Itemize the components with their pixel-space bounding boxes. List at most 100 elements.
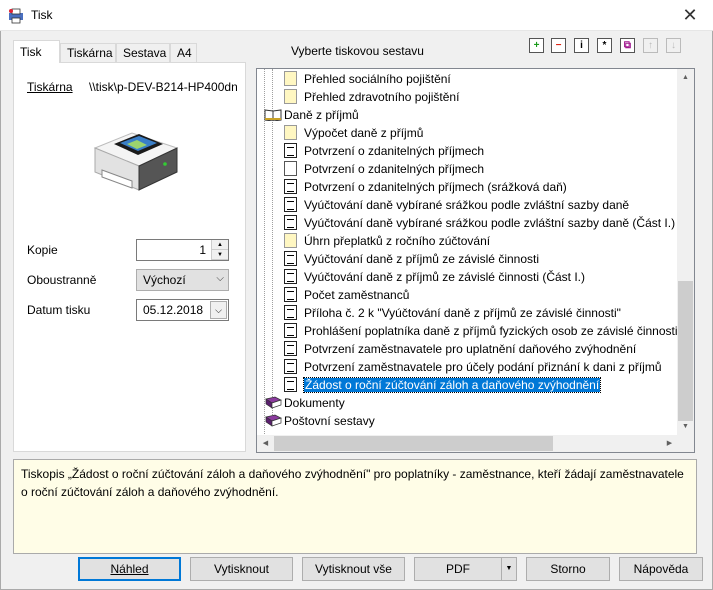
cancel-button[interactable]: Storno bbox=[526, 557, 610, 581]
scroll-thumb[interactable] bbox=[678, 281, 693, 421]
button-label: Vytisknout vše bbox=[315, 562, 392, 576]
document-icon bbox=[284, 251, 297, 266]
info-icon[interactable]: i bbox=[574, 38, 589, 53]
duplex-label: Oboustranně bbox=[27, 273, 97, 287]
printer-link[interactable]: Tiskárna bbox=[27, 80, 73, 94]
title-bar: Tisk ✕ bbox=[0, 0, 713, 31]
tree-item-label: Potvrzení zaměstnavatele pro účely podán… bbox=[304, 360, 662, 374]
document-yellow-icon bbox=[284, 89, 297, 104]
calendar-dropdown-icon[interactable]: ⌵ bbox=[210, 301, 227, 319]
tree-item-label: Vyúčtování daně z příjmů ze závislé činn… bbox=[304, 252, 540, 266]
app-icon bbox=[9, 8, 23, 24]
stepper-buttons: ▲ ▼ bbox=[211, 240, 228, 260]
tree-item-label: Potvrzení zaměstnavatele pro uplatnění d… bbox=[304, 342, 637, 356]
tree-item-label: Vyúčtování daně z příjmů ze závislé činn… bbox=[304, 270, 586, 284]
tree-item-label: Úhrn přeplatků z ročního zúčtování bbox=[304, 234, 491, 248]
tree-item-label: Daně z příjmů bbox=[284, 108, 359, 122]
document-icon bbox=[284, 197, 297, 212]
scroll-left-icon[interactable]: ◀ bbox=[257, 435, 274, 452]
close-button[interactable]: ✕ bbox=[667, 0, 713, 31]
tree-item-label: Přehled zdravotního pojištění bbox=[304, 90, 460, 104]
copies-label: Kopie bbox=[27, 243, 58, 257]
copies-value: 1 bbox=[199, 243, 206, 257]
date-label: Datum tisku bbox=[27, 303, 91, 317]
vertical-scrollbar[interactable]: ▲ ▼ bbox=[677, 69, 694, 435]
book-closed-icon bbox=[265, 414, 282, 427]
document-icon bbox=[284, 305, 297, 320]
scroll-thumb[interactable] bbox=[274, 436, 553, 451]
horizontal-scrollbar[interactable]: ◀ ▶ bbox=[257, 435, 694, 452]
tree-item-label: Potvrzení o zdanitelných příjmech bbox=[304, 144, 485, 158]
document-icon bbox=[284, 341, 297, 356]
pdf-button[interactable]: PDF ▼ bbox=[414, 557, 517, 581]
document-icon bbox=[284, 215, 297, 230]
report-tree[interactable]: Přehled sociálního pojištění Přehled zdr… bbox=[256, 68, 695, 453]
duplex-value: Výchozí bbox=[143, 273, 186, 287]
tab-a4[interactable]: A4 bbox=[170, 43, 197, 62]
tree-guide bbox=[272, 169, 273, 419]
duplex-select[interactable]: Výchozí ⌵ bbox=[136, 269, 229, 291]
date-value: 05.12.2018 bbox=[143, 303, 204, 317]
tree-item-label: Dokumenty bbox=[284, 396, 345, 410]
increment-icon[interactable]: ▲ bbox=[212, 240, 228, 250]
help-button[interactable]: Nápověda bbox=[619, 557, 703, 581]
tree-item-label: Potvrzení o zdanitelných příjmech (srážk… bbox=[304, 180, 567, 194]
tree-item-label: Vyúčtování daně vybírané srážkou podle z… bbox=[304, 198, 630, 212]
remove-icon[interactable]: − bbox=[551, 38, 566, 53]
move-up-icon[interactable]: ↑ bbox=[643, 38, 658, 53]
tab-label: Tiskárna bbox=[67, 46, 113, 60]
dropdown-arrow-icon[interactable]: ▼ bbox=[501, 558, 516, 580]
tree-item-label: Příloha č. 2 k "Vyúčtování daně z příjmů… bbox=[304, 306, 621, 320]
chevron-down-icon: ⌵ bbox=[216, 273, 224, 284]
tree-item-label: Prohlášení poplatníka daně z příjmů fyzi… bbox=[304, 324, 678, 338]
print-all-button[interactable]: Vytisknout vše bbox=[302, 557, 405, 581]
scroll-right-icon[interactable]: ▶ bbox=[661, 435, 678, 452]
tab-label: Tisk bbox=[20, 45, 42, 59]
report-description: Tiskopis „Žádost o roční zúčtování záloh… bbox=[13, 459, 697, 554]
tab-tisk[interactable]: Tisk bbox=[13, 40, 60, 63]
button-label: PDF bbox=[446, 562, 470, 576]
document-icon bbox=[284, 179, 297, 194]
date-picker[interactable]: 05.12.2018 ⌵ bbox=[136, 299, 229, 321]
decrement-icon[interactable]: ▼ bbox=[212, 250, 228, 260]
document-yellow-icon bbox=[284, 125, 297, 140]
add-icon[interactable]: + bbox=[529, 38, 544, 53]
copy-icon[interactable]: ⧉ bbox=[620, 38, 635, 53]
copies-stepper[interactable]: 1 ▲ ▼ bbox=[136, 239, 229, 261]
print-dialog: Tisk Tiskárna Sestava A4 Tiskárna \\tisk… bbox=[0, 31, 713, 590]
tab-label: A4 bbox=[177, 46, 192, 60]
button-label: Náhled bbox=[110, 562, 149, 576]
document-icon bbox=[284, 359, 297, 374]
tree-item-label: Potvrzení o zdanitelných příjmech bbox=[304, 162, 485, 176]
move-down-icon[interactable]: ↓ bbox=[666, 38, 681, 53]
printer-icon bbox=[93, 132, 179, 191]
tab-sestava[interactable]: Sestava bbox=[116, 43, 170, 62]
scroll-corner bbox=[677, 435, 694, 452]
document-icon bbox=[284, 143, 297, 158]
print-settings-panel: Tiskárna \\tisk\p-DEV-B214-HP400dn Kopie… bbox=[13, 62, 246, 452]
document-icon bbox=[284, 377, 297, 392]
close-icon: ✕ bbox=[682, 5, 698, 25]
tab-tiskarna[interactable]: Tiskárna bbox=[60, 43, 116, 62]
preview-button[interactable]: Náhled bbox=[78, 557, 181, 581]
tree-guide bbox=[264, 69, 265, 444]
report-header: Vyberte tiskovou sestavu bbox=[291, 44, 424, 58]
tree-item-label: Vyúčtování daně vybírané srážkou podle z… bbox=[304, 216, 676, 230]
book-closed-icon bbox=[265, 396, 282, 409]
tree-item-label: Poštovní sestavy bbox=[284, 414, 375, 428]
book-open-icon bbox=[264, 109, 282, 121]
star-icon[interactable]: * bbox=[597, 38, 612, 53]
document-yellow-icon bbox=[284, 233, 297, 248]
print-button[interactable]: Vytisknout bbox=[190, 557, 293, 581]
tree-item-label: Přehled sociálního pojištění bbox=[304, 72, 451, 86]
tab-label: Sestava bbox=[123, 46, 167, 60]
scroll-up-icon[interactable]: ▲ bbox=[677, 69, 694, 86]
printer-path: \\tisk\p-DEV-B214-HP400dn bbox=[89, 80, 237, 94]
button-label: Vytisknout bbox=[214, 562, 269, 576]
scroll-down-icon[interactable]: ▼ bbox=[677, 418, 694, 435]
document-yellow-icon bbox=[284, 71, 297, 86]
document-icon bbox=[284, 287, 297, 302]
document-blank-icon bbox=[284, 161, 297, 176]
document-icon bbox=[284, 269, 297, 284]
button-label: Nápověda bbox=[633, 562, 689, 576]
